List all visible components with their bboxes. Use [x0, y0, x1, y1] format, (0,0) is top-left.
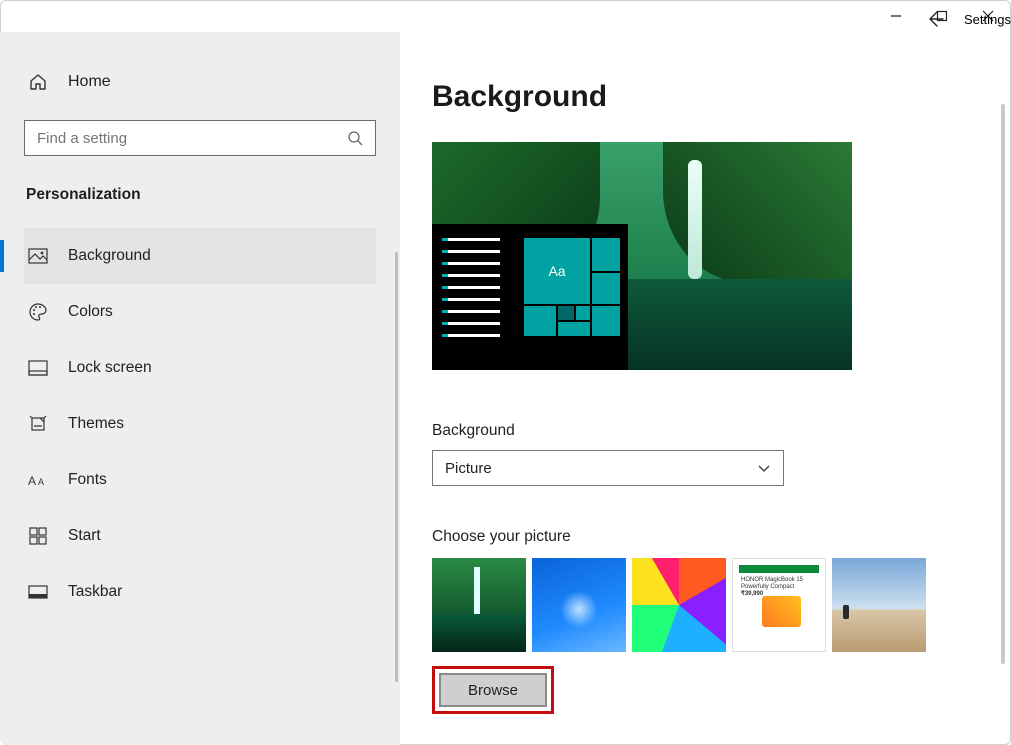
- preview-sample-tile: Aa: [524, 238, 590, 304]
- category-title: Personalization: [24, 186, 376, 204]
- nav-item-colors[interactable]: Colors: [24, 284, 376, 340]
- start-icon: [28, 527, 48, 545]
- browse-button[interactable]: Browse: [439, 673, 547, 707]
- nav-label: Lock screen: [68, 359, 152, 377]
- content-pane: Background Aa Background: [400, 32, 1011, 745]
- nav-item-background[interactable]: Background: [24, 228, 376, 284]
- picture-thumb-4[interactable]: HONOR MagicBook 15Powerfully Compact₹39,…: [732, 558, 826, 652]
- page-title: Background: [432, 80, 971, 114]
- picture-icon: [28, 248, 48, 264]
- nav-label: Background: [68, 247, 151, 265]
- picture-thumbnails: HONOR MagicBook 15Powerfully Compact₹39,…: [432, 558, 971, 652]
- svg-text:A: A: [28, 474, 36, 488]
- dropdown-value: Picture: [445, 460, 492, 477]
- fonts-icon: AA: [28, 472, 48, 488]
- chevron-down-icon: [757, 461, 771, 475]
- home-icon: [28, 72, 48, 92]
- picture-thumb-2[interactable]: [532, 558, 626, 652]
- svg-text:A: A: [38, 477, 44, 487]
- taskbar-icon: [28, 585, 48, 599]
- nav-label: Colors: [68, 303, 113, 321]
- preview-start-overlay: Aa: [432, 224, 628, 370]
- themes-icon: [28, 414, 48, 434]
- lockscreen-icon: [28, 360, 48, 376]
- back-icon[interactable]: [926, 10, 944, 28]
- home-label: Home: [68, 73, 111, 91]
- nav-item-fonts[interactable]: AA Fonts: [24, 452, 376, 508]
- nav-label: Taskbar: [68, 583, 122, 601]
- browse-highlight: Browse: [432, 666, 554, 714]
- picture-thumb-1[interactable]: [432, 558, 526, 652]
- picture-thumb-5[interactable]: [832, 558, 926, 652]
- titlebar-left: Settings: [902, 10, 1011, 28]
- settings-window: Settings Home: [0, 0, 1011, 745]
- nav-item-taskbar[interactable]: Taskbar: [24, 564, 376, 620]
- nav-label: Fonts: [68, 471, 107, 489]
- nav-item-themes[interactable]: Themes: [24, 396, 376, 452]
- sidebar-scrollbar[interactable]: [395, 252, 398, 682]
- picture-thumb-3[interactable]: [632, 558, 726, 652]
- sidebar-nav: Background Colors Lock screen Themes: [24, 228, 376, 620]
- background-dropdown-label: Background: [432, 422, 971, 440]
- search-icon: [347, 130, 363, 146]
- home-nav[interactable]: Home: [24, 72, 376, 92]
- app-title: Settings: [964, 12, 1011, 27]
- search-box[interactable]: [24, 120, 376, 156]
- content-scrollbar[interactable]: [1001, 104, 1005, 664]
- nav-label: Themes: [68, 415, 124, 433]
- nav-label: Start: [68, 527, 101, 545]
- palette-icon: [28, 302, 48, 322]
- nav-item-start[interactable]: Start: [24, 508, 376, 564]
- nav-item-lockscreen[interactable]: Lock screen: [24, 340, 376, 396]
- background-dropdown[interactable]: Picture: [432, 450, 784, 486]
- search-input[interactable]: [37, 130, 347, 147]
- window-body: Home Personalization Background: [0, 32, 1011, 745]
- titlebar: Settings: [0, 0, 1011, 32]
- choose-picture-label: Choose your picture: [432, 528, 971, 546]
- background-preview: Aa: [432, 142, 852, 370]
- sidebar: Home Personalization Background: [0, 32, 400, 745]
